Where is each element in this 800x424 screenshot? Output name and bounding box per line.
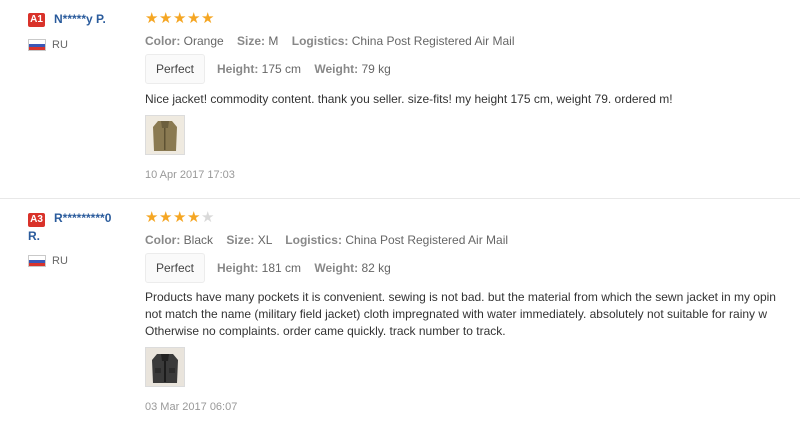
review-text-line: not match the name (military field jacke… xyxy=(145,307,768,321)
jacket-photo-thumbnail[interactable] xyxy=(145,347,185,387)
logistics-label: Logistics: xyxy=(291,34,349,48)
fit-chip: Perfect xyxy=(145,253,205,283)
reviewer-name[interactable]: N*****y P. xyxy=(54,12,106,27)
height-value: 175 cm xyxy=(261,62,302,76)
review-text: Products have many pockets it is conveni… xyxy=(145,289,776,340)
reviewer-country: RU xyxy=(52,39,68,51)
logistics-value: China Post Registered Air Mail xyxy=(345,233,509,247)
jacket-photo-thumbnail[interactable] xyxy=(145,115,185,155)
size-value: XL xyxy=(257,233,272,247)
weight-value: 79 kg xyxy=(361,62,391,76)
star-icon: ★ xyxy=(201,10,215,27)
buyer-level-badge: A1 xyxy=(28,13,45,27)
reviewer-country: RU xyxy=(52,255,68,267)
color-label: Color: xyxy=(145,233,181,247)
star-icon: ★ xyxy=(159,10,173,27)
russia-flag-icon xyxy=(28,39,46,51)
review-text: Nice jacket! commodity content. thank yo… xyxy=(145,91,673,108)
logistics-value: China Post Registered Air Mail xyxy=(351,34,515,48)
star-icon: ★ xyxy=(187,209,201,226)
color-label: Color: xyxy=(145,34,181,48)
size-label: Size: xyxy=(226,233,255,247)
orange-jacket-icon xyxy=(146,116,184,154)
star-icon: ★ xyxy=(173,209,187,226)
buyer-level-badge: A3 xyxy=(28,213,45,227)
logistics-label: Logistics: xyxy=(285,233,342,247)
weight-label: Weight: xyxy=(314,62,359,76)
star-icon: ★ xyxy=(187,10,201,27)
weight-label: Weight: xyxy=(314,261,359,275)
star-icon: ★ xyxy=(145,10,159,27)
review-text-line: Otherwise no complaints. order came quic… xyxy=(145,324,506,338)
review-text-line: Nice jacket! commodity content. thank yo… xyxy=(145,92,673,106)
color-value: Orange xyxy=(183,34,224,48)
review-date: 10 Apr 2017 17:03 xyxy=(145,169,235,181)
height-label: Height: xyxy=(217,261,259,275)
review-item: A1 N*****y P. RU ★ ★ ★ ★ ★ Color: Orange Siz… xyxy=(0,0,800,199)
order-details: Color: Black Size: XL Logistics: China P… xyxy=(145,233,508,247)
star-icon: ★ xyxy=(159,209,173,226)
reviewer-name[interactable]: R*********0 xyxy=(54,211,111,226)
black-jacket-icon xyxy=(146,348,184,386)
review-item: A3 R*********0 R. RU ★ ★ ★ ★ ★ Color: Black … xyxy=(0,199,800,424)
review-text-line: Products have many pockets it is conveni… xyxy=(145,290,776,304)
weight-value: 82 kg xyxy=(361,261,391,275)
reviewer-name-continuation[interactable]: R. xyxy=(28,229,40,244)
body-measurements: Height: 175 cm Weight: 79 kg xyxy=(217,62,391,76)
size-value: M xyxy=(268,34,279,48)
reviewer-name-line: R*********0 xyxy=(54,211,112,225)
height-value: 181 cm xyxy=(261,261,302,275)
size-label: Size: xyxy=(237,34,266,48)
color-value: Black xyxy=(183,233,214,247)
order-details: Color: Orange Size: M Logistics: China P… xyxy=(145,34,515,48)
fit-chip: Perfect xyxy=(145,54,205,84)
russia-flag-icon xyxy=(28,255,46,267)
height-label: Height: xyxy=(217,62,259,76)
review-date: 03 Mar 2017 06:07 xyxy=(145,401,238,413)
star-icon: ★ xyxy=(145,209,159,226)
body-measurements: Height: 181 cm Weight: 82 kg xyxy=(217,261,391,275)
star-icon: ★ xyxy=(201,209,215,226)
star-icon: ★ xyxy=(173,10,187,27)
